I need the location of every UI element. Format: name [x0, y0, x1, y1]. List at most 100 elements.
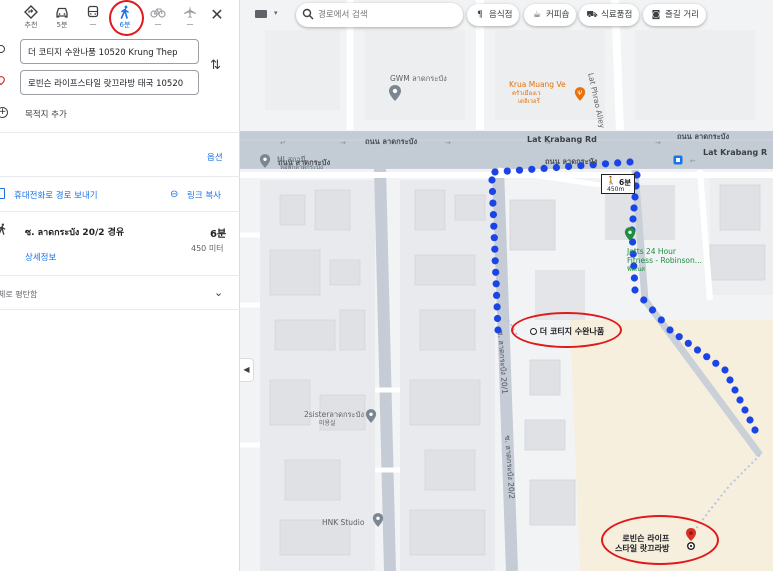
elevation-summary[interactable]: 체로 평탄함 ⌄: [0, 286, 240, 302]
divider: [0, 211, 240, 212]
route-dot: [488, 176, 496, 184]
route-dot: [489, 211, 497, 219]
search-icon: [302, 8, 314, 20]
send-to-phone-label: 휴대전화로 경로 보내기: [14, 191, 98, 201]
route-dot: [491, 257, 499, 265]
mode-cycling[interactable]: —: [143, 2, 173, 36]
origin-callout[interactable]: 더 코티지 수완나품: [530, 326, 604, 337]
chevron-down-icon: ▾: [274, 9, 278, 17]
chip-groceries[interactable]: ⛟ 식료품점: [579, 4, 640, 26]
route-dot: [666, 326, 674, 334]
route-dot: [489, 199, 497, 207]
route-dot: [693, 346, 702, 354]
plane-icon: [184, 6, 196, 18]
route-dot: [614, 159, 622, 167]
divider: [0, 176, 240, 177]
road-label: ถนน ลาดกระบัง: [545, 157, 598, 166]
mode-walking[interactable]: 6분: [110, 2, 140, 36]
details-link[interactable]: 상세정보: [25, 251, 56, 263]
mode-driving[interactable]: 5분: [47, 2, 77, 36]
restaurant-pin-icon[interactable]: Ψ: [574, 86, 586, 102]
collapse-panel-button[interactable]: ◀: [240, 358, 254, 382]
mode-flight-label: —: [186, 20, 194, 28]
route-dot: [626, 158, 634, 166]
destination-callout-line2: 스타일 랏끄라방: [615, 544, 670, 553]
destination-callout[interactable]: 로빈슨 라이프 스타일 랏끄라방: [615, 534, 669, 554]
divider: [0, 132, 240, 133]
route-search-input[interactable]: [318, 8, 453, 22]
walk-time-badge[interactable]: 🚶 6분 450m: [601, 174, 635, 194]
destination-callout-line1: 로빈슨 라이프: [622, 534, 670, 543]
add-destination-button[interactable]: + 목적지 추가: [0, 107, 90, 121]
map-canvas[interactable]: ↵ → → → → ← ← Ψ Lat Krabang Rd ถนน ลาดกร…: [240, 0, 773, 571]
options-button[interactable]: 옵션: [207, 151, 223, 163]
mode-best[interactable]: 추천: [16, 2, 46, 36]
route-dot: [491, 245, 499, 253]
diamond-route-icon: [24, 5, 38, 19]
mode-transit[interactable]: —: [78, 2, 108, 36]
route-dot: [503, 167, 511, 175]
poi-label[interactable]: HNK Studio: [322, 518, 364, 527]
route-dot: [736, 396, 744, 404]
input-tools-button[interactable]: ▾: [247, 3, 287, 27]
origin-field[interactable]: 더 코티지 수완나품 10520 Krung Thep: [20, 39, 199, 64]
poi-label: ฟิตเนส: [627, 266, 645, 273]
chip-things-to-do[interactable]: ◙ 즐길 거리: [643, 4, 706, 26]
mode-flight[interactable]: —: [175, 2, 205, 36]
poi-label: เดลิเวอรี่: [518, 98, 540, 105]
car-icon: [56, 7, 68, 18]
route-dot: [631, 286, 639, 294]
swap-icon[interactable]: ⇅: [210, 58, 221, 73]
destination-pin-icon[interactable]: [685, 527, 697, 551]
fork-knife-icon: ¶: [477, 10, 483, 20]
poi-label: 미용실: [319, 420, 336, 427]
route-via: ซ. ลาดกระบัง 20/2 경유: [25, 228, 125, 238]
car-dealer-pin-icon[interactable]: [388, 84, 402, 102]
elevation-label: 체로 평탄함: [0, 290, 38, 299]
road-label: Lat Krabang Rd: [527, 135, 597, 144]
poi-label[interactable]: Krua Muang Ve: [509, 80, 566, 89]
route-dot: [492, 280, 500, 288]
plus-icon: +: [0, 107, 8, 118]
route-dot: [751, 426, 759, 434]
chip-label: 식료품점: [601, 10, 633, 20]
poi-label[interactable]: 2sisterลาดกระบัง: [304, 410, 364, 419]
studio-pin-icon[interactable]: [372, 512, 384, 528]
svg-text:Ψ: Ψ: [577, 90, 582, 97]
route-dot: [657, 316, 665, 324]
chip-label: 커피숍: [546, 10, 570, 20]
gym-pin-icon[interactable]: [624, 226, 636, 242]
directions-panel: 추천 5분 — 6분 — — ✕ 더 코티지 수완나품 10520 Krung …: [0, 0, 240, 571]
chip-coffee[interactable]: ☕ 커피숍: [524, 4, 577, 26]
route-dot: [746, 416, 754, 424]
route-dot: [601, 160, 610, 168]
route-dot: [493, 314, 502, 323]
route-option[interactable]: ซ. ลาดกระบัง 20/2 경유 6분 450 미터 상세정보: [0, 218, 240, 270]
destination-field[interactable]: 로빈슨 라이프스타일 랏끄라방 태국 10520: [20, 70, 199, 95]
poi-label[interactable]: GWM ลาดกระบัง: [390, 74, 447, 83]
route-dot: [629, 215, 637, 223]
salon-pin-icon[interactable]: [365, 408, 377, 424]
walk-icon: 🚶: [606, 176, 616, 185]
walk-badge-distance: 450m: [607, 186, 625, 193]
chip-label: 즐길 거리: [665, 10, 699, 20]
road-label: Lat Krabang R: [703, 148, 768, 157]
chip-label: 음식점: [489, 10, 513, 20]
route-dot: [741, 406, 749, 414]
route-distance: 450 미터: [191, 244, 224, 253]
bus-stop-icon[interactable]: [673, 155, 683, 165]
route-dot: [640, 296, 648, 304]
bus-icon: [87, 5, 99, 18]
route-dot: [493, 291, 501, 299]
lodging-pin-icon[interactable]: [259, 153, 271, 169]
keyboard-icon: [255, 10, 267, 18]
route-dot: [721, 366, 729, 374]
mode-walking-label: 6분: [119, 21, 131, 29]
walk-icon: [120, 5, 129, 19]
route-search-box[interactable]: [296, 3, 463, 27]
origin-callout-label: 더 코티지 수완나품: [539, 327, 605, 336]
route-dot: [528, 165, 536, 173]
chip-restaurants[interactable]: ¶ 음식점: [467, 4, 520, 26]
close-icon[interactable]: ✕: [208, 6, 226, 24]
poi-label[interactable]: Jetts 24 Hour: [627, 247, 676, 256]
